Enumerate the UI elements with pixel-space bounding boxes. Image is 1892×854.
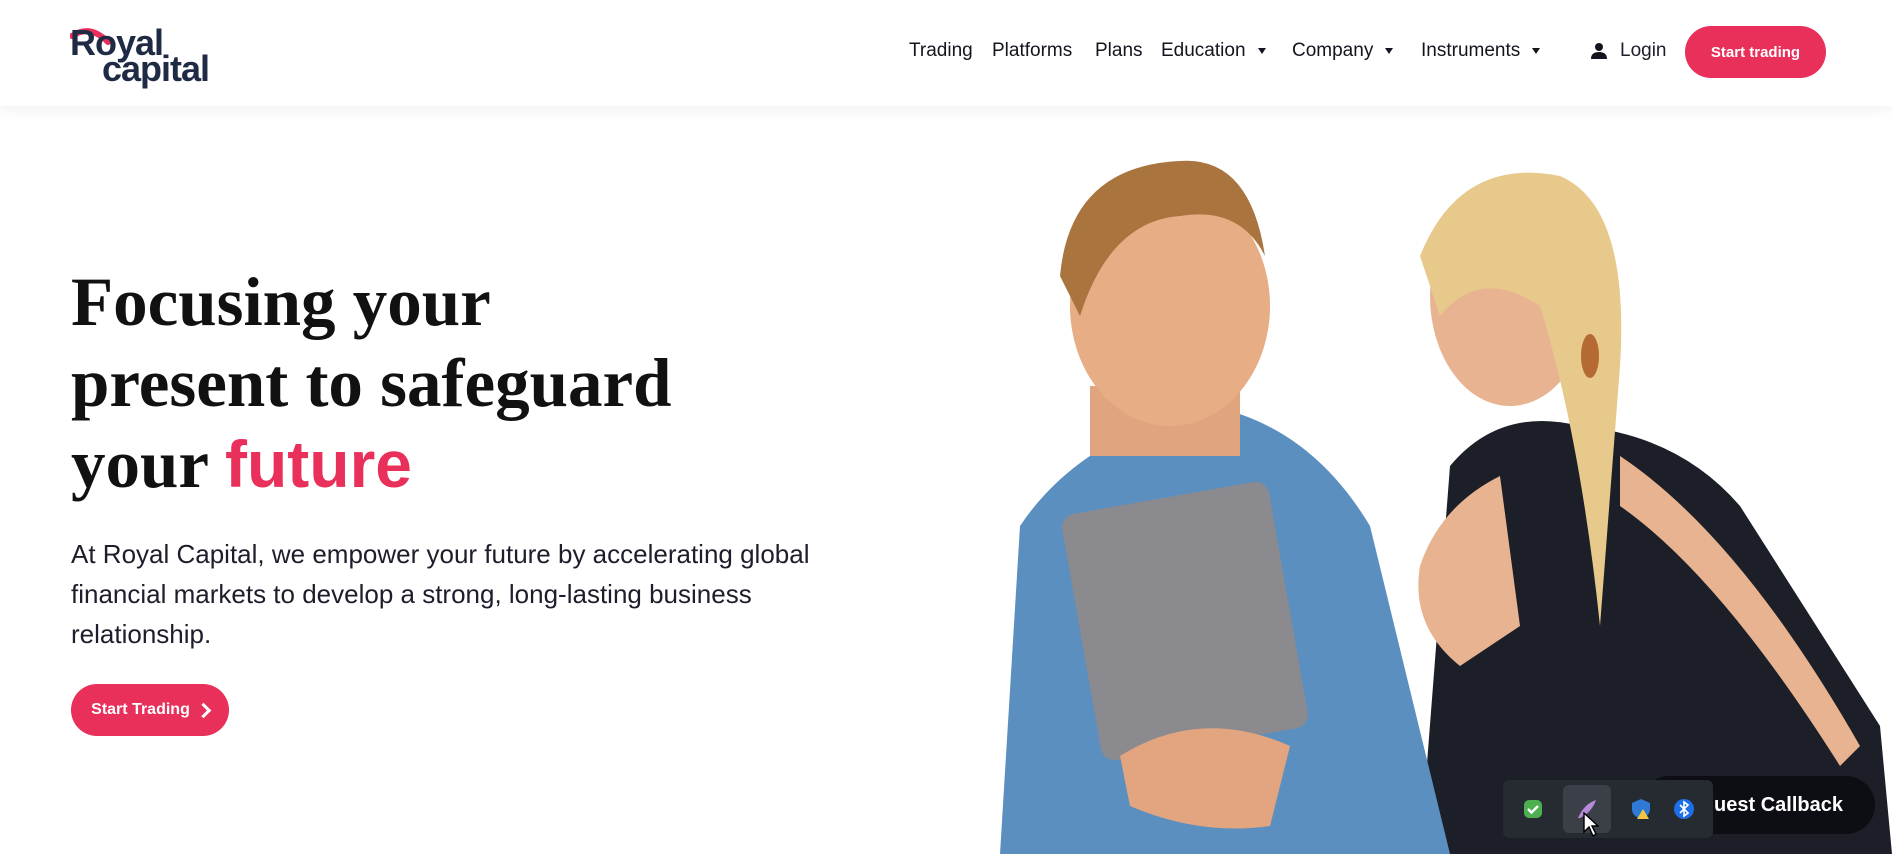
defender-warning-icon[interactable] bbox=[1628, 796, 1654, 822]
mouse-cursor-icon bbox=[1583, 812, 1599, 838]
start-trading-button[interactable]: Start trading bbox=[1685, 26, 1826, 78]
logo[interactable]: Royal capital bbox=[70, 22, 270, 89]
hero-subtext: At Royal Capital, we empower your future… bbox=[71, 539, 810, 649]
hero-headline: Focusing your present to safeguard your … bbox=[71, 264, 672, 502]
logo-text-capital: capital bbox=[102, 48, 210, 89]
hero-photo bbox=[980, 106, 1892, 854]
chevron-right-icon bbox=[195, 702, 212, 718]
chevron-down-icon bbox=[1257, 48, 1266, 54]
bluetooth-icon[interactable] bbox=[1671, 796, 1697, 822]
hero-start-trading-button[interactable]: Start Trading bbox=[71, 684, 229, 736]
nav-item-plans[interactable]: Plans bbox=[1095, 40, 1143, 62]
login-link[interactable]: Login bbox=[1590, 40, 1667, 62]
nav-item-trading[interactable]: Trading bbox=[909, 40, 973, 62]
chevron-down-icon bbox=[1385, 48, 1394, 54]
nav-item-instruments[interactable]: Instruments bbox=[1421, 40, 1541, 62]
chevron-down-icon bbox=[1532, 48, 1541, 54]
system-tray-popup bbox=[1503, 780, 1713, 838]
headline-accent: future bbox=[225, 427, 412, 501]
site-header: Royal capital Trading Platforms Plans Ed… bbox=[0, 0, 1892, 106]
nav-item-platforms[interactable]: Platforms bbox=[992, 40, 1072, 62]
user-icon bbox=[1591, 43, 1607, 59]
security-check-icon[interactable] bbox=[1520, 796, 1546, 822]
nav-item-education[interactable]: Education bbox=[1161, 40, 1266, 62]
nav-item-company[interactable]: Company bbox=[1292, 40, 1394, 62]
